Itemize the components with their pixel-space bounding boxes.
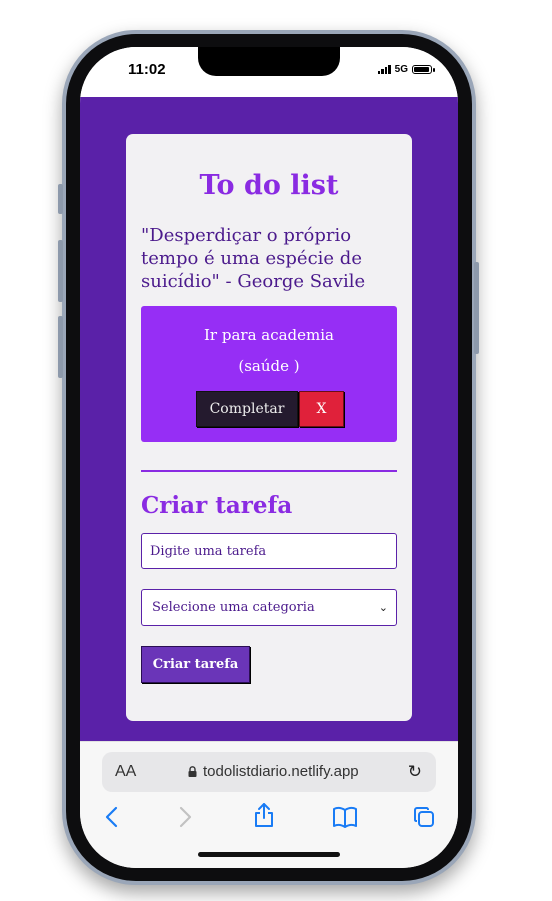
todo-card: To do list "Desperdiçar o próprio tempo …: [126, 134, 412, 721]
status-bar: 11:02 5G: [80, 47, 458, 97]
quote-text: "Desperdiçar o próprio tempo é uma espéc…: [141, 225, 366, 292]
mute-switch: [58, 184, 63, 214]
browser-toolbar: AA todolistdiario.netlify.app ↻: [80, 741, 458, 868]
complete-task-button[interactable]: Completar: [196, 391, 298, 427]
forward-icon[interactable]: [177, 806, 193, 828]
battery-icon: [412, 65, 435, 74]
category-select[interactable]: Selecione uma categoria ⌄: [141, 589, 397, 626]
signal-icon: [377, 65, 391, 74]
phone-screen: 11:02 5G To do list "Desperdiçar o própr…: [80, 47, 458, 868]
page-title: To do list: [199, 170, 339, 201]
task-input[interactable]: [141, 533, 397, 569]
status-time: 11:02: [128, 61, 166, 78]
text-size-button[interactable]: AA: [115, 763, 136, 781]
url-text: todolistdiario.netlify.app: [203, 763, 359, 780]
create-task-heading: Criar tarefa: [141, 492, 293, 519]
status-indicators: 5G: [377, 64, 435, 75]
volume-down-button: [58, 316, 63, 378]
create-task-button[interactable]: Criar tarefa: [141, 646, 250, 683]
volume-up-button: [58, 240, 63, 302]
reload-icon[interactable]: ↻: [408, 762, 422, 782]
category-select-value: Selecione uma categoria: [152, 600, 315, 615]
section-divider: [141, 470, 397, 472]
bookmarks-icon[interactable]: [332, 806, 358, 828]
share-icon[interactable]: [253, 802, 275, 828]
tabs-icon[interactable]: [413, 806, 435, 828]
notch: [198, 47, 340, 76]
lock-icon: [188, 766, 197, 777]
back-icon[interactable]: [104, 806, 120, 828]
home-indicator[interactable]: [198, 852, 340, 857]
app-background: To do list "Desperdiçar o próprio tempo …: [80, 97, 458, 741]
remove-task-button[interactable]: X: [299, 391, 344, 427]
chevron-down-icon: ⌄: [378, 601, 388, 614]
power-button: [474, 262, 479, 354]
task-item: Ir para academia (saúde ) Completar X: [141, 306, 397, 442]
task-category: (saúde ): [238, 357, 300, 375]
task-name: Ir para academia: [203, 326, 335, 344]
address-bar[interactable]: AA todolistdiario.netlify.app ↻: [102, 752, 436, 792]
network-type: 5G: [394, 64, 408, 75]
